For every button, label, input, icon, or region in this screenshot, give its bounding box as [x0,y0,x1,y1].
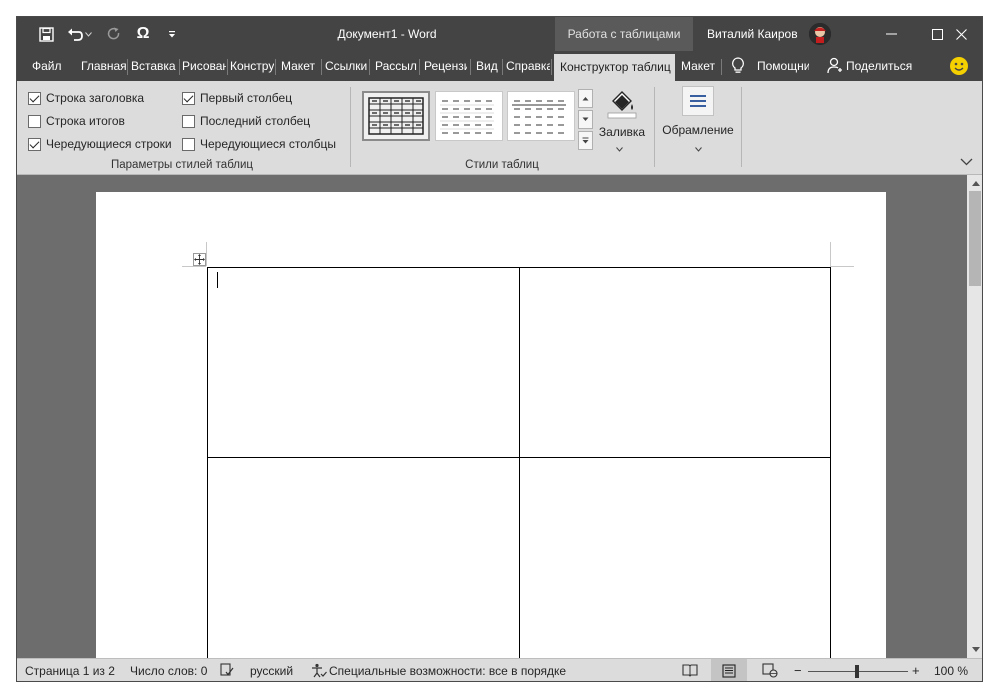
header-row-checkbox[interactable] [28,91,41,105]
tab-help[interactable]: Справка [506,51,550,81]
first-column-option[interactable]: Первый столбец [182,89,292,107]
borders-icon[interactable] [682,86,714,116]
table-cell-r2c1[interactable] [208,458,519,658]
tab-view[interactable]: Вид [476,51,500,81]
word-window: Ω Документ1 - Word Работа с таблицами Ви… [16,16,983,682]
status-bar: Страница 1 из 2 Число слов: 0 русский Сп… [17,658,982,681]
zoom-out-button[interactable]: − [794,659,802,681]
total-row-option[interactable]: Строка итогов [28,112,125,130]
tab-table-design[interactable]: Конструктор таблиц [554,54,675,81]
zoom-level[interactable]: 100 % [934,659,968,681]
gallery-scroll-up-button[interactable] [578,89,593,108]
tab-mailings[interactable]: Рассылки [375,51,417,81]
read-mode-icon[interactable] [682,663,698,680]
lightbulb-icon[interactable] [731,57,745,78]
vertical-scrollbar[interactable] [967,175,982,658]
table-tools-context-label: Работа с таблицами [555,17,693,51]
zoom-in-button[interactable]: + [912,659,920,681]
scroll-up-arrow-icon[interactable] [967,175,982,191]
tab-file[interactable]: Файл [32,51,66,81]
share-button[interactable]: Поделиться [846,51,916,81]
last-column-checkbox[interactable] [182,114,195,128]
tab-home[interactable]: Главная [81,51,126,81]
text-cursor [217,272,218,288]
undo-dropdown-icon[interactable] [82,22,94,46]
margin-mark-top-right-h [830,266,854,267]
page-count[interactable]: Страница 1 из 2 [25,659,115,681]
customize-quick-access-icon[interactable] [161,22,183,46]
tab-review[interactable]: Рецензирование [424,51,467,81]
table-move-handle-icon[interactable] [193,253,206,266]
table-cell-r1c2[interactable] [520,268,830,457]
document-table[interactable] [207,267,831,658]
zoom-slider-thumb[interactable] [855,665,859,678]
print-layout-icon [722,664,736,681]
tab-insert[interactable]: Вставка [131,51,178,81]
document-page[interactable] [96,192,886,658]
ribbon-tabs: Файл Главная Вставка Рисование Конструкт… [17,51,982,81]
banded-columns-checkbox[interactable] [182,137,195,151]
margin-mark-top-right [830,242,831,266]
document-canvas [17,175,967,658]
gallery-more-button[interactable] [578,131,593,150]
document-title: Документ1 - Word [337,27,437,41]
scroll-down-arrow-icon[interactable] [967,641,982,657]
last-column-option[interactable]: Последний столбец [182,112,310,130]
table-styles-group-label: Стили таблиц [465,159,539,171]
title-bar: Ω Документ1 - Word Работа с таблицами Ви… [17,17,982,51]
borders-dropdown-icon[interactable] [695,141,702,155]
banded-rows-checkbox[interactable] [28,137,41,151]
redo-icon[interactable] [103,22,125,46]
user-name[interactable]: Виталий Каиров [707,17,798,51]
tab-references[interactable]: Ссылки [325,51,368,81]
close-button[interactable] [938,17,982,51]
table-style-plain-2[interactable] [507,91,575,141]
tab-table-layout[interactable]: Макет [681,51,719,81]
word-count[interactable]: Число слов: 0 [130,659,207,681]
share-person-icon[interactable] [827,57,843,78]
banded-columns-option[interactable]: Чередующиеся столбцы [182,135,336,153]
tab-design[interactable]: Конструктор [230,51,274,81]
collapse-ribbon-icon[interactable] [960,155,973,169]
tab-draw[interactable]: Рисование [182,51,226,81]
borders-button[interactable]: Обрамление [661,123,735,137]
first-column-checkbox[interactable] [182,91,195,105]
feedback-smiley-icon[interactable] [950,57,968,75]
minimize-button[interactable] [868,17,914,51]
table-style-options-group-label: Параметры стилей таблиц [111,159,253,171]
gallery-scroll-down-button[interactable] [578,110,593,129]
table-cell-r1c1[interactable] [208,268,519,457]
total-row-checkbox[interactable] [28,114,41,128]
margin-mark-top-left [206,242,207,266]
paint-bucket-icon[interactable] [605,87,639,121]
language-indicator[interactable]: русский [250,659,293,681]
web-layout-icon[interactable] [762,663,778,681]
shading-dropdown-icon[interactable] [616,141,623,155]
scrollbar-thumb[interactable] [969,191,981,286]
margin-mark-top-left-h [182,266,206,267]
banded-rows-option[interactable]: Чередующиеся строки [28,135,172,153]
save-icon[interactable] [35,22,57,46]
print-layout-button[interactable] [711,659,747,681]
table-cell-r2c2[interactable] [520,458,830,658]
omega-symbol-icon[interactable]: Ω [132,22,154,46]
proofing-icon[interactable] [220,663,234,681]
accessibility-icon[interactable] [311,663,327,681]
table-style-plain-1[interactable] [435,91,503,141]
shading-button[interactable]: Заливка [595,125,649,139]
ribbon-panel: Строка заголовка Строка итогов Чередующи… [17,81,982,175]
tell-me-search[interactable]: Помощник [757,51,809,81]
tab-layout[interactable]: Макет [281,51,318,81]
accessibility-status[interactable]: Специальные возможности: все в порядке [329,659,566,681]
header-row-option[interactable]: Строка заголовка [28,89,144,107]
table-style-grid[interactable] [362,91,430,141]
avatar[interactable] [809,23,831,45]
